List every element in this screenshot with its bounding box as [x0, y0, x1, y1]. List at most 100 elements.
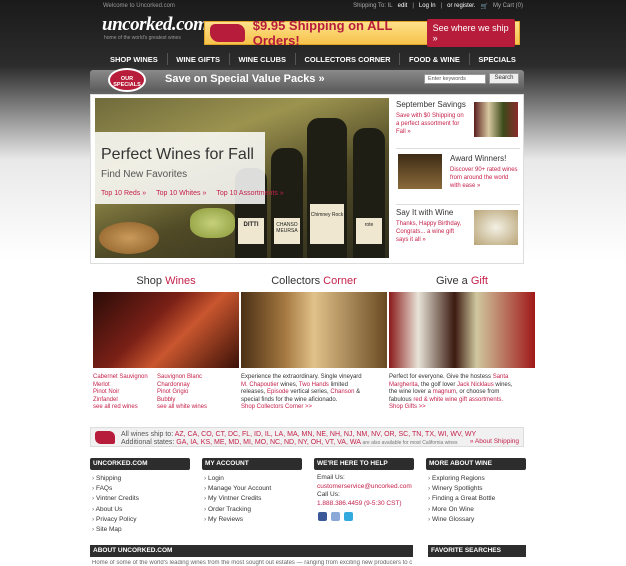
footer-link[interactable]: Wine Glossary: [428, 516, 474, 523]
promo-award-winners[interactable]: Award Winners! Discover 90+ rated wines …: [396, 152, 520, 202]
see-all-red-link[interactable]: see all red wines: [93, 404, 148, 412]
footer-link[interactable]: Login: [204, 475, 224, 482]
text-line: Perfect for everyone. Give the hostess S…: [389, 374, 529, 382]
wine-link[interactable]: Merlot: [93, 382, 148, 390]
about-heading: ABOUT UNCORKED.COM: [90, 545, 413, 557]
magnum-link[interactable]: magnum: [433, 389, 456, 395]
facebook-icon[interactable]: [318, 512, 327, 521]
footer-link[interactable]: My Vintner Credits: [204, 495, 261, 502]
wine-link[interactable]: Sauvignon Blanc: [157, 374, 207, 382]
footer-link[interactable]: Exploring Regions: [428, 475, 485, 482]
tagline: home of the world's greatest wines: [104, 35, 181, 41]
top-10-reds-link[interactable]: Top 10 Reds »: [101, 190, 146, 197]
wine-link[interactable]: Cabernet Sauvignon: [93, 374, 148, 382]
promo-desc[interactable]: Discover 90+ rated wines from around the…: [450, 166, 520, 190]
specials-text[interactable]: Save on Special Value Packs »: [165, 73, 325, 85]
santa-link[interactable]: Santa: [493, 374, 509, 380]
wine-link[interactable]: Zinfandel: [93, 397, 148, 405]
chapoutier-link[interactable]: M. Chapoutier: [241, 382, 279, 388]
our-specials-badge[interactable]: OUR SPECIALS: [108, 68, 146, 92]
nav-collectors-corner[interactable]: COLLECTORS CORNER: [298, 55, 396, 64]
hero-banner[interactable]: DITTI CHANSO MEURSA Chimney Rock rote Pe…: [95, 98, 389, 258]
jack-nicklaus-link[interactable]: Jack Nicklaus: [457, 382, 494, 388]
two-hands-link[interactable]: Two Hands: [299, 382, 329, 388]
shop-wines-heading[interactable]: Shop Wines: [93, 275, 239, 287]
wine-rack-image[interactable]: [93, 292, 239, 368]
register-link[interactable]: or register.: [447, 3, 475, 10]
footer-link[interactable]: Privacy Policy: [92, 516, 136, 523]
footer-link[interactable]: Site Map: [92, 526, 122, 533]
nav-food-wine[interactable]: FOOD & WINE: [403, 55, 466, 64]
see-all-white-link[interactable]: see all white wines: [157, 404, 207, 412]
shipping-banner[interactable]: $9.95 Shipping on ALL Orders! See where …: [204, 18, 520, 48]
footer-link[interactable]: My Reviews: [204, 516, 243, 523]
about-shipping-link[interactable]: » About Shipping: [470, 438, 519, 445]
text-part: limited: [328, 381, 348, 388]
wine-link[interactable]: Chardonnay: [157, 382, 207, 390]
wine-link[interactable]: Bubbly: [157, 397, 207, 405]
call-label: Call Us:: [317, 491, 340, 498]
login-link[interactable]: Log In: [419, 3, 436, 10]
footer-heading: MY ACCOUNT: [202, 458, 302, 470]
gift-bottles-image[interactable]: [389, 292, 535, 368]
footer-link[interactable]: FAQs: [92, 485, 112, 492]
collectors-corner-heading[interactable]: Collectors Corner: [241, 275, 387, 287]
twitter-icon[interactable]: [344, 512, 353, 521]
heading-part: Collectors: [271, 275, 324, 287]
text-part: vertical series,: [288, 389, 331, 395]
nav-divider: [468, 53, 470, 65]
top-10-assortments-link[interactable]: Top 10 Assortments »: [216, 190, 283, 197]
promo-say-it-with-wine[interactable]: Say It with Wine Thanks, Happy Birthday,…: [396, 208, 520, 256]
nav-wine-clubs[interactable]: WINE CLUBS: [232, 55, 292, 64]
nav-specials[interactable]: SPECIALS: [472, 55, 522, 64]
nav-wine-gifts[interactable]: WINE GIFTS: [170, 55, 226, 64]
footer-link[interactable]: Order Tracking: [204, 506, 251, 513]
footer-link[interactable]: Vintner Credits: [92, 495, 139, 502]
vineyard-image[interactable]: [241, 292, 387, 368]
white-wine-list: Sauvignon Blanc Chardonnay Pinot Grigio …: [157, 374, 207, 412]
footer-uncorked-links: Shipping FAQs Vintner Credits About Us P…: [92, 474, 139, 535]
cart-link[interactable]: My Cart (0): [493, 3, 523, 10]
footer-more-links: Exploring Regions Winery Spotlights Find…: [428, 474, 495, 525]
wine-cellar-image: [398, 154, 442, 189]
footer-link[interactable]: Finding a Great Bottle: [428, 495, 495, 502]
footer-link[interactable]: About Us: [92, 506, 122, 513]
bottle-label: CHANSO MEURSA: [274, 218, 300, 244]
wine-link[interactable]: Pinot Grigio: [157, 389, 207, 397]
states-label: Additional states:: [121, 439, 175, 446]
promo-desc[interactable]: Thanks, Happy Birthday, Congrats... a wi…: [396, 220, 466, 244]
top-10-whites-link[interactable]: Top 10 Whites »: [156, 190, 206, 197]
give-a-gift-heading[interactable]: Give a Gift: [389, 275, 535, 287]
email-share-icon[interactable]: [331, 512, 340, 521]
cart-icon[interactable]: 🛒: [481, 3, 488, 10]
footer-link[interactable]: Manage Your Account: [204, 485, 271, 492]
heading-part: Give a: [436, 275, 471, 287]
bottle-label: DITTI: [238, 218, 264, 244]
nav-shop-wines[interactable]: SHOP WINES: [104, 55, 164, 64]
welcome-text: Welcome to Uncorked.com: [103, 3, 175, 9]
search-button[interactable]: Search: [489, 73, 519, 84]
shipping-banner-text: $9.95 Shipping on ALL Orders!: [252, 18, 393, 48]
shop-collectors-link[interactable]: Shop Collectors Corner >>: [241, 404, 381, 412]
search-input[interactable]: Enter keywords: [424, 74, 486, 84]
see-where-we-ship-button[interactable]: See where we ship »: [426, 19, 515, 47]
states-list[interactable]: GA, IA, KS, ME, MD, MI, MO, NC, ND, NY, …: [176, 439, 360, 446]
footer-link[interactable]: Shipping: [92, 475, 121, 482]
wine-link[interactable]: Pinot Noir: [93, 389, 148, 397]
logo[interactable]: uncorked.com: [102, 14, 208, 36]
promo-desc[interactable]: Save with $0 Shipping on a perfect assor…: [396, 112, 466, 136]
text-line: special finds for the wine aficionado.: [241, 396, 338, 403]
phone-link[interactable]: 1.888.386.4459 (9-5:30 CST): [317, 500, 412, 509]
promo-september-savings[interactable]: September Savings Save with $0 Shipping …: [396, 100, 520, 146]
shop-gifts-link[interactable]: Shop Gifts >>: [389, 404, 529, 412]
assortments-link[interactable]: red & white wine gift assortments.: [413, 397, 503, 403]
bottle-label: Chimney Rock: [310, 204, 344, 244]
states-list[interactable]: AZ, CA, CO, CT, DC, FL, ID, IL, LA, MA, …: [175, 431, 476, 438]
footer-link[interactable]: Winery Spotlights: [428, 485, 483, 492]
chanson-link[interactable]: Chanson: [330, 389, 354, 395]
margherita-link[interactable]: Margherita: [389, 382, 418, 388]
email-link[interactable]: customerservice@uncorked.com: [317, 483, 412, 492]
edit-link[interactable]: edit: [398, 3, 408, 10]
footer-link[interactable]: More On Wine: [428, 506, 474, 513]
episode-link[interactable]: Episode: [267, 389, 289, 395]
